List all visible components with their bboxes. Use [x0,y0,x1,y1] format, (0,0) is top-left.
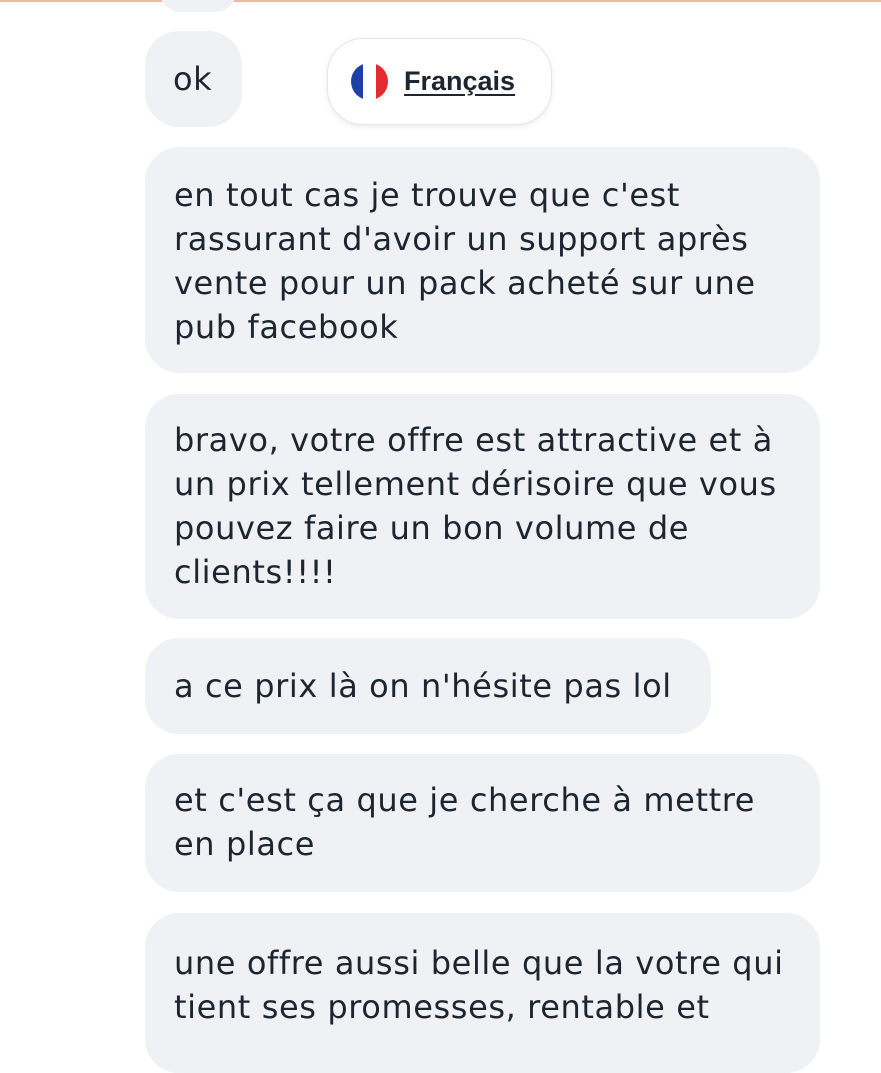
message-text: une offre aussi belle que la votre qui t… [174,944,784,1026]
message-text: et c'est ça que je cherche à mettre en p… [174,781,756,863]
chat-thread[interactable]: ok Français en tout cas je trouve que c'… [0,0,881,1073]
message-bubble[interactable]: une offre aussi belle que la votre qui t… [145,913,820,1073]
message-text: a ce prix là on n'hésite pas lol [174,667,672,705]
message-text: bravo, votre offre est attractive et à u… [174,421,777,591]
france-flag-icon [351,63,388,100]
translate-language-button[interactable]: Français [327,38,552,125]
message-text: ok [173,60,213,98]
message-text: en tout cas je trouve que c'est rassuran… [174,176,756,346]
previous-message-bubble [160,0,236,12]
language-label: Français [404,66,516,96]
message-bubble[interactable]: et c'est ça que je cherche à mettre en p… [145,754,820,892]
message-bubble[interactable]: ok [145,31,242,127]
message-bubble[interactable]: en tout cas je trouve que c'est rassuran… [145,147,820,373]
message-bubble[interactable]: a ce prix là on n'hésite pas lol [145,638,711,734]
message-bubble[interactable]: bravo, votre offre est attractive et à u… [145,394,820,619]
